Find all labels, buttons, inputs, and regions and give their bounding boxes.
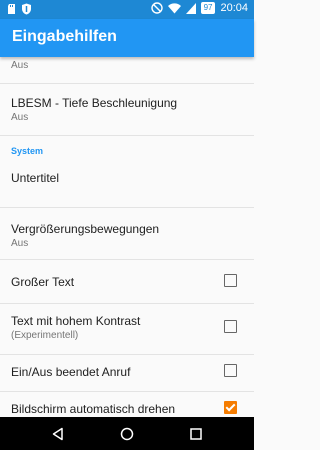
recents-button[interactable]: [176, 417, 216, 450]
setting-vergroesserung[interactable]: Vergrößerungsbewegungen Aus: [0, 208, 254, 260]
page-title: Eingabehilfen: [12, 28, 117, 45]
home-icon: [120, 427, 134, 440]
settings-list[interactable]: Aus LBESM - Tiefe Beschleunigung Aus Sys…: [0, 57, 254, 417]
grosser-text-checkbox[interactable]: [224, 274, 237, 287]
back-icon: [52, 427, 63, 440]
setting-grosser-text[interactable]: Großer Text: [0, 260, 254, 304]
setting-ein-aus-beendet-anruf[interactable]: Ein/Aus beendet Anruf: [0, 355, 254, 392]
shield-icon: [22, 3, 31, 15]
setting-hoher-kontrast[interactable]: Text mit hohem Kontrast (Experimentell): [0, 304, 254, 355]
wifi-icon: [167, 2, 181, 13]
setting-title: Text mit hohem Kontrast: [11, 314, 141, 328]
ein-aus-checkbox[interactable]: [224, 364, 237, 377]
setting-partial-top[interactable]: Aus: [0, 57, 254, 84]
cell-signal-icon: [185, 2, 196, 14]
setting-summary: Aus: [11, 60, 29, 71]
recents-icon: [190, 427, 202, 440]
battery-icon: 97: [200, 2, 216, 14]
setting-autorotate[interactable]: Bildschirm automatisch drehen: [0, 392, 254, 417]
setting-lbesm[interactable]: LBESM - Tiefe Beschleunigung Aus: [0, 84, 254, 136]
status-left-icons: [6, 3, 32, 15]
setting-title: Großer Text: [11, 275, 75, 289]
setting-title: Ein/Aus beendet Anruf: [11, 365, 131, 379]
app-bar: Eingabehilfen: [0, 19, 254, 57]
section-header-system: System: [11, 146, 44, 156]
setting-summary: Aus: [11, 112, 29, 123]
sd-card-icon: [8, 4, 15, 14]
clock: 20:04: [220, 2, 248, 14]
navigation-bar: [0, 417, 254, 450]
setting-untertitel[interactable]: Untertitel: [0, 157, 254, 208]
setting-summary: (Experimentell): [11, 330, 79, 341]
hoher-kontrast-checkbox[interactable]: [224, 320, 237, 333]
do-not-disturb-icon: [150, 2, 163, 14]
setting-summary: Aus: [11, 238, 29, 249]
setting-title: LBESM - Tiefe Beschleunigung: [11, 96, 178, 110]
battery-level: 97: [203, 3, 213, 12]
setting-title: Untertitel: [11, 171, 60, 185]
home-button[interactable]: [107, 417, 147, 450]
setting-title: Vergrößerungsbewegungen: [11, 222, 160, 236]
setting-title: Bildschirm automatisch drehen: [11, 402, 176, 416]
autorotate-checkbox[interactable]: [224, 401, 237, 414]
back-button[interactable]: [38, 417, 78, 450]
status-right-icons: 97 20:04: [150, 2, 248, 14]
status-bar: 97 20:04: [0, 0, 254, 19]
